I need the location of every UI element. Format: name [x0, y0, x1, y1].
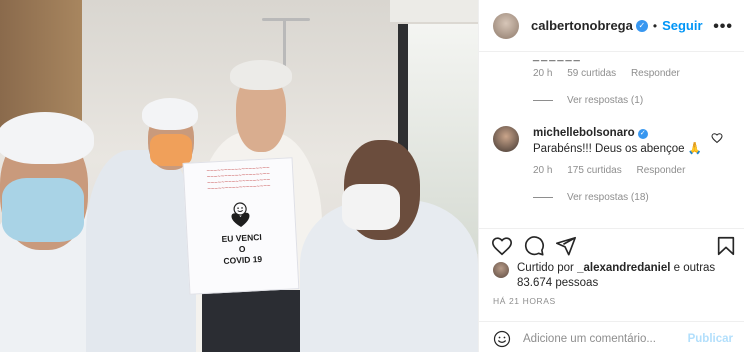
like-heart-icon[interactable] — [491, 235, 513, 257]
photo-iv-pole-top — [262, 18, 310, 21]
share-send-icon[interactable] — [555, 235, 577, 257]
more-options-icon[interactable]: ••• — [713, 18, 733, 36]
follow-button[interactable]: Seguir — [662, 18, 702, 33]
comment-meta: 20 h 175 curtidas Responder — [533, 165, 697, 176]
add-comment-input[interactable] — [523, 332, 683, 345]
photo-sign: ~~~~~~~~~~~~~~~~~~ ~~~~~~~~~~~~~~~~~~ ~~~~… — [182, 157, 300, 295]
sign-heart-smiley-icon — [231, 202, 250, 227]
photo-person-second — [86, 150, 196, 352]
comment-reply[interactable]: Responder — [637, 165, 686, 176]
commenter-verified-icon: ✓ — [637, 129, 648, 139]
author-avatar[interactable] — [493, 12, 519, 39]
liker-avatar[interactable] — [493, 262, 509, 278]
view-replies-label: Ver respostas (18) — [567, 192, 649, 203]
previous-view-replies-label: Ver respostas (1) — [567, 95, 644, 106]
photo-cap-second — [142, 98, 198, 130]
verified-badge-icon: ✓ — [635, 19, 648, 32]
previous-comment-time: 20 h — [533, 68, 553, 79]
publish-button[interactable]: Publicar — [688, 333, 733, 345]
previous-comment-meta: 20 h 59 curtidas Responder — [533, 68, 692, 79]
post-side-panel: calbertonobrega ✓ • Seguir ••• ______ 20… — [478, 0, 744, 352]
previous-comment-text: ______ — [533, 52, 582, 62]
post-header: calbertonobrega ✓ • Seguir ••• — [479, 0, 744, 52]
comment-text: Parabéns!!! Deus os abençoe 🙏 — [533, 143, 703, 155]
comments-list[interactable]: ______ 20 h 59 curtidas Responder Ver re… — [479, 52, 744, 228]
emoji-smiley-icon[interactable] — [493, 330, 511, 348]
previous-comment-reply[interactable]: Responder — [631, 68, 680, 79]
comment-bubble-icon[interactable] — [523, 235, 545, 257]
photo-mask-left — [2, 178, 84, 242]
replies-line — [533, 100, 553, 101]
photo-cap-left — [0, 112, 94, 164]
previous-view-replies[interactable]: Ver respostas (1) — [533, 95, 643, 106]
photo-mask-second — [150, 134, 192, 166]
liker-username[interactable]: _alexandredaniel — [577, 262, 670, 274]
commenter-avatar[interactable] — [493, 126, 519, 152]
replies-line — [533, 197, 553, 198]
add-comment-bar: Publicar — [479, 321, 744, 352]
post-photo[interactable]: ~~~~~~~~~~~~~~~~~~ ~~~~~~~~~~~~~~~~~~ ~~~~… — [0, 0, 478, 352]
photo-mask-right — [342, 184, 400, 230]
photo-blind — [390, 0, 478, 22]
separator-dot: • — [652, 18, 658, 33]
photo-hair-center — [230, 60, 292, 90]
comment-time: 20 h — [533, 165, 553, 176]
liked-by-text: Curtido por _alexandredaniel e outras 83… — [517, 261, 717, 291]
save-bookmark-icon[interactable] — [715, 235, 737, 257]
sign-text-line-2: O — [238, 243, 246, 255]
view-replies[interactable]: Ver respostas (18) — [533, 192, 649, 203]
author-username[interactable]: calbertonobrega — [531, 18, 633, 33]
sign-text-line-3: COVID 19 — [223, 253, 263, 266]
comment-likes[interactable]: 175 curtidas — [567, 165, 621, 176]
post-timestamp[interactable]: HÁ 21 HORAS — [493, 296, 556, 306]
commenter-username[interactable]: michellebolsonaro — [533, 127, 635, 139]
liked-by: Curtido por _alexandredaniel e outras 83… — [493, 261, 717, 291]
post-actions: Curtido por _alexandredaniel e outras 83… — [479, 228, 744, 352]
previous-comment-likes[interactable]: 59 curtidas — [567, 68, 616, 79]
photo-pants-center — [202, 290, 312, 352]
comment-body: michellebolsonaro ✓ Parabéns!!! Deus os … — [533, 125, 703, 157]
comment-like-heart-icon[interactable] — [711, 132, 723, 144]
sign-handwriting: ~~~~~~~~~~~~~~~~~~ ~~~~~~~~~~~~~~~~~~ ~~~~… — [206, 165, 271, 193]
liked-by-prefix: Curtido por — [517, 262, 574, 274]
